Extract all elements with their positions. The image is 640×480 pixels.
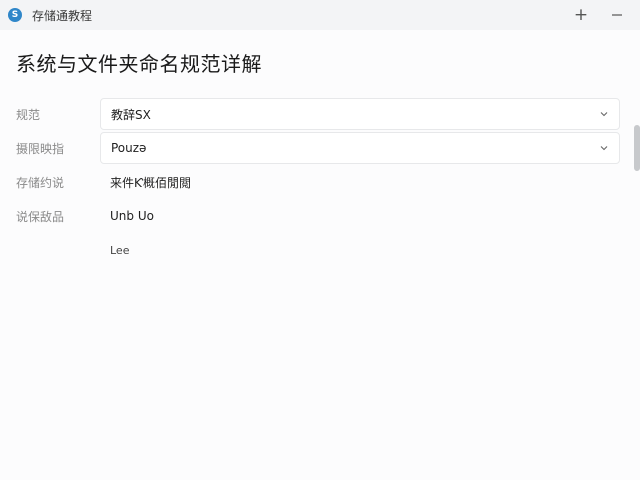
app-logo-icon: S <box>8 8 22 22</box>
form-row-spec: 规范 教辞SX <box>16 97 620 131</box>
form-row-mapping: 摄限映指 Pouzə <box>16 131 620 165</box>
description-value: Unb Uo <box>110 209 154 223</box>
plus-icon: + <box>573 5 589 25</box>
minimize-button[interactable] <box>602 0 632 30</box>
vertical-scrollbar[interactable] <box>634 125 640 171</box>
chevron-down-icon <box>599 143 609 153</box>
minimize-icon <box>612 14 622 16</box>
page-title: 系统与文件夹命名规范详解 <box>16 52 262 76</box>
storage-value: 来件Ƙ概佰閒閲 <box>110 175 191 190</box>
extra-value: Lee <box>110 243 130 257</box>
mapping-select[interactable]: Pouzə <box>100 132 620 164</box>
field-label: 规范 <box>16 107 41 122</box>
title-bar: S 存储通教程 + <box>0 0 640 30</box>
chevron-down-icon <box>599 109 609 119</box>
window-title: 存储通教程 <box>32 8 93 23</box>
field-label: 说保敌品 <box>16 209 65 224</box>
spec-select[interactable]: 教辞SX <box>100 98 620 130</box>
select-value: 教辞SX <box>111 107 151 122</box>
field-label: 存储约说 <box>16 175 65 190</box>
main-content: 系统与文件夹命名规范详解 规范 教辞SX 摄限映指 Pouzə 存储约说 来件Ƙ… <box>0 48 640 267</box>
form-row-storage: 存储约说 来件Ƙ概佰閒閲 <box>16 165 620 199</box>
new-tab-button[interactable]: + <box>566 0 596 30</box>
select-value: Pouzə <box>111 141 147 155</box>
form-row-extra: Lee <box>16 233 620 267</box>
form-row-description: 说保敌品 Unb Uo <box>16 199 620 233</box>
app-window: S 存储通教程 + 系统与文件夹命名规范详解 规范 教辞SX 摄限映指 Pouz… <box>0 0 640 480</box>
field-label: 摄限映指 <box>16 141 65 156</box>
